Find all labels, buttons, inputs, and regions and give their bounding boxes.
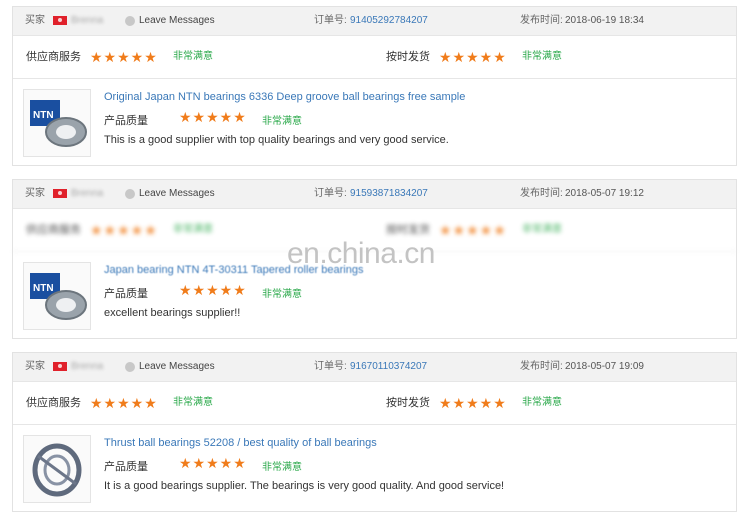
supplier-service-label: 供应商服务 — [26, 51, 81, 63]
product-quality-stars: ★★★★★ — [179, 282, 247, 298]
product-title-link[interactable]: Original Japan NTN bearings 6336 Deep gr… — [104, 91, 465, 103]
review-card: 买家 Brenna Leave Messages 订单号: 9167011037… — [12, 352, 737, 512]
on-time-shipping-stars: ★★★★★ — [439, 222, 507, 238]
buyer-label: 买家 — [25, 188, 45, 199]
review-header: 买家 Brenna Leave Messages 订单号: 9140529278… — [13, 7, 736, 36]
svg-text:NTN: NTN — [33, 110, 54, 121]
user-icon — [125, 189, 135, 199]
rating-row: 供应商服务 ★★★★★ 非常满意 按时发货 ★★★★★ 非常满意 — [13, 36, 736, 79]
publish-date-label: 发布时间: — [520, 188, 563, 199]
publish-date: 2018-05-07 19:12 — [565, 188, 644, 199]
order-number-link[interactable]: 91670110374207 — [350, 353, 427, 381]
user-icon — [125, 16, 135, 26]
on-time-shipping-rating-text: 非常满意 — [522, 224, 562, 235]
product-title-link[interactable]: Thrust ball bearings 52208 / best qualit… — [104, 437, 377, 449]
on-time-shipping-rating-text: 非常满意 — [522, 397, 562, 408]
publish-date: 2018-05-07 19:09 — [565, 361, 644, 372]
buyer-label: 买家 — [25, 15, 45, 26]
buyer-name: Brenna — [71, 15, 104, 26]
product-quality-rating-text: 非常满意 — [262, 289, 302, 300]
product-quality-label: 产品质量 — [104, 461, 148, 473]
supplier-service-rating-text: 非常满意 — [173, 51, 213, 62]
review-card: 买家 Brenna Leave Messages 订单号: 9140529278… — [12, 6, 737, 166]
product-quality-stars: ★★★★★ — [179, 109, 247, 125]
review-body: NTN Original Japan NTN bearings 6336 Dee… — [13, 79, 736, 165]
country-flag-icon — [53, 16, 67, 25]
product-quality-rating-text: 非常满意 — [262, 116, 302, 127]
leave-messages-link[interactable]: Leave Messages — [139, 353, 215, 381]
order-number-label: 订单号: — [314, 15, 347, 26]
product-quality-rating-text: 非常满意 — [262, 462, 302, 473]
order-number-link[interactable]: 91405292784207 — [350, 7, 428, 35]
ntn-bearing-box-image[interactable]: NTN — [23, 262, 91, 330]
leave-messages-link[interactable]: Leave Messages — [139, 180, 215, 208]
order-number-label: 订单号: — [314, 361, 347, 372]
supplier-service-label: 供应商服务 — [26, 397, 81, 409]
publish-date-label: 发布时间: — [520, 15, 563, 26]
review-comment: This is a good supplier with top quality… — [104, 134, 449, 146]
user-icon — [125, 362, 135, 372]
buyer-name: Brenna — [71, 361, 104, 372]
on-time-shipping-stars: ★★★★★ — [439, 395, 507, 411]
review-body: Thrust ball bearings 52208 / best qualit… — [13, 425, 736, 511]
product-quality-label: 产品质量 — [104, 115, 148, 127]
buyer-name: Brenna — [71, 188, 104, 199]
publish-date-label: 发布时间: — [520, 361, 563, 372]
rating-row: 供应商服务 ★★★★★ 非常满意 按时发货 ★★★★★ 非常满意 — [13, 382, 736, 425]
review-comment: excellent bearings supplier!! — [104, 307, 241, 319]
on-time-shipping-label: 按时发货 — [386, 397, 430, 409]
product-quality-label: 产品质量 — [104, 288, 148, 300]
review-comment: It is a good bearings supplier. The bear… — [104, 480, 505, 492]
leave-messages-link[interactable]: Leave Messages — [139, 7, 215, 35]
product-quality-stars: ★★★★★ — [179, 455, 247, 471]
supplier-service-rating-text: 非常满意 — [173, 397, 213, 408]
buyer-label: 买家 — [25, 361, 45, 372]
review-header: 买家 Brenna Leave Messages 订单号: 9159387183… — [13, 180, 736, 209]
supplier-service-label: 供应商服务 — [26, 224, 81, 236]
supplier-service-stars: ★★★★★ — [90, 49, 158, 65]
order-number-link[interactable]: 91593871834207 — [350, 180, 428, 208]
watermark: en.china.cn — [287, 237, 435, 270]
review-header: 买家 Brenna Leave Messages 订单号: 9167011037… — [13, 353, 736, 382]
country-flag-icon — [53, 362, 67, 371]
supplier-service-stars: ★★★★★ — [90, 222, 158, 238]
on-time-shipping-label: 按时发货 — [386, 51, 430, 63]
ntn-bearing-box-image[interactable]: NTN — [23, 89, 91, 157]
order-number-label: 订单号: — [314, 188, 347, 199]
thrust-bearing-image[interactable] — [23, 435, 91, 503]
publish-date: 2018-06-19 18:34 — [565, 15, 644, 26]
supplier-service-stars: ★★★★★ — [90, 395, 158, 411]
supplier-service-rating-text: 非常满意 — [173, 224, 213, 235]
country-flag-icon — [53, 189, 67, 198]
svg-text:NTN: NTN — [33, 283, 54, 294]
on-time-shipping-rating-text: 非常满意 — [522, 51, 562, 62]
on-time-shipping-stars: ★★★★★ — [439, 49, 507, 65]
